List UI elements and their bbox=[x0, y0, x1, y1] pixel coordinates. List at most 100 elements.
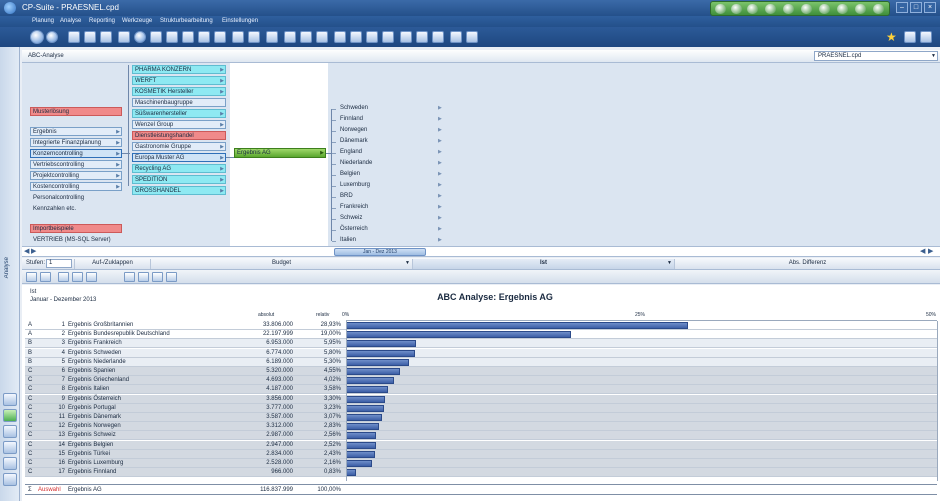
menu-einstellungen[interactable]: Einstellungen bbox=[222, 18, 258, 24]
node-wenzel-group[interactable]: Wenzel Group ▶ bbox=[132, 120, 226, 129]
node-recycling[interactable]: Recycling AG ▶ bbox=[132, 164, 226, 173]
trend-icon[interactable] bbox=[166, 31, 178, 43]
sidebar-edit-icon[interactable] bbox=[3, 457, 17, 470]
split-icon[interactable] bbox=[182, 31, 194, 43]
timeline-scrollbar[interactable]: ◀ ▶ Jan - Dez 2013 ◀ ▶ bbox=[22, 246, 940, 257]
table-row[interactable]: C 10 Ergebnis Portugal 3.777.000 3,23% bbox=[25, 403, 937, 413]
scroll-end-right-icon[interactable]: ▶ bbox=[928, 247, 933, 255]
node-vertrieb-sql[interactable]: VERTRIEB (MS-SQL Server) bbox=[30, 235, 122, 244]
quick-icon-7[interactable] bbox=[819, 4, 830, 14]
list-icon[interactable] bbox=[284, 31, 296, 43]
scroll-end-left-icon[interactable]: ◀ bbox=[920, 247, 925, 255]
help-icon[interactable] bbox=[920, 31, 932, 43]
scroll-left-icon[interactable]: ◀ bbox=[24, 247, 29, 255]
abc-icon[interactable] bbox=[124, 272, 135, 282]
country-item[interactable]: Österreich ▶ bbox=[340, 225, 442, 234]
grid-icon[interactable] bbox=[214, 31, 226, 43]
node-ergebnis-ag[interactable]: Ergebnis AG ▶ bbox=[234, 148, 326, 158]
stufen-stepper[interactable]: 1 bbox=[46, 259, 72, 268]
quick-icon-1[interactable] bbox=[715, 4, 726, 14]
col-budget[interactable]: Budget ▼ bbox=[150, 259, 412, 269]
scroll-right-icon[interactable]: ▶ bbox=[31, 247, 36, 255]
node-projektcontrolling[interactable]: Projektcontrolling ▶ bbox=[30, 171, 122, 180]
quick-icon-8[interactable] bbox=[837, 4, 848, 14]
node-musterloesung[interactable]: Musterlösung bbox=[30, 107, 122, 116]
country-item[interactable]: England ▶ bbox=[340, 148, 442, 157]
navigate-forward-icon[interactable] bbox=[46, 31, 58, 43]
quick-icon-10[interactable] bbox=[873, 4, 884, 14]
table-row[interactable]: C 7 Ergebnis Griechenland 4.693.000 4,02% bbox=[25, 376, 937, 386]
menu-planung[interactable]: Planung bbox=[32, 18, 54, 24]
table-row[interactable]: B 5 Ergebnis Niederlande 6.189.000 5,30% bbox=[25, 357, 937, 367]
node-ergebnis[interactable]: Ergebnis ▶ bbox=[30, 127, 122, 136]
node-konzerncontrolling[interactable]: Konzerncontrolling ▶ bbox=[30, 149, 122, 158]
node-werft[interactable]: WERFT ▶ bbox=[132, 76, 226, 85]
col-auf-zuklappen[interactable]: Auf-/Zuklappen bbox=[74, 259, 150, 269]
line-chart-icon[interactable] bbox=[266, 31, 278, 43]
table-row[interactable]: C 16 Ergebnis Luxemburg 2.528.000 2,16% bbox=[25, 459, 937, 468]
table-icon[interactable] bbox=[118, 31, 130, 43]
country-item[interactable]: Schweiz ▶ bbox=[340, 214, 442, 223]
table-row[interactable]: C 13 Ergebnis Schweiz 2.987.000 2,56% bbox=[25, 431, 937, 441]
quick-icon-4[interactable] bbox=[765, 4, 776, 14]
delete-icon[interactable] bbox=[416, 31, 428, 43]
table-row[interactable]: C 14 Ergebnis Belgien 2.947.000 2,52% bbox=[25, 440, 937, 450]
favorite-star-icon[interactable]: ★ bbox=[886, 30, 897, 44]
table-row[interactable]: C 6 Ergebnis Spanien 5.320.000 4,55% bbox=[25, 367, 937, 376]
country-item[interactable]: Belgien ▶ bbox=[340, 170, 442, 179]
table-row[interactable]: A 1 Ergebnis Großbritannien 33.806.000 28,93… bbox=[25, 321, 937, 330]
node-europa-muster[interactable]: Europa Muster AG ▶ bbox=[132, 153, 226, 162]
outdent-icon[interactable] bbox=[84, 31, 96, 43]
sidebar-analyse-label[interactable]: Analyse bbox=[4, 257, 10, 278]
node-vertriebscontrolling[interactable]: Vertriebscontrolling ▶ bbox=[30, 160, 122, 169]
minus-icon[interactable] bbox=[350, 31, 362, 43]
sidebar-settings-icon[interactable] bbox=[3, 473, 17, 486]
table-row[interactable]: B 4 Ergebnis Schweden 6.774.000 5,80% bbox=[25, 348, 937, 358]
structure-icon[interactable] bbox=[198, 31, 210, 43]
window-icon[interactable] bbox=[366, 31, 378, 43]
navigate-back-icon[interactable] bbox=[30, 30, 44, 44]
node-dienstleistungshandel[interactable]: Dienstleistungshandel bbox=[132, 131, 226, 140]
align-icon[interactable] bbox=[100, 31, 112, 43]
sidebar-table-icon[interactable] bbox=[3, 425, 17, 438]
sidebar-analyse-icon[interactable] bbox=[3, 409, 17, 422]
node-maschinenbau[interactable]: Maschinenbaugruppe bbox=[132, 98, 226, 107]
menu-reporting[interactable]: Reporting bbox=[89, 18, 115, 24]
node-grosshandel[interactable]: GROSSHANDEL ▶ bbox=[132, 186, 226, 195]
country-item[interactable]: Frankreich ▶ bbox=[340, 203, 442, 212]
menu-strukturbearbeitung[interactable]: Strukturbearbeitung bbox=[160, 18, 213, 24]
table-row[interactable]: C 15 Ergebnis Türkei 2.834.000 2,43% bbox=[25, 449, 937, 459]
node-kostencontrolling[interactable]: Kostencontrolling ▶ bbox=[30, 182, 122, 191]
bar-chart-icon[interactable] bbox=[248, 31, 260, 43]
menu-analyse[interactable]: Analyse bbox=[60, 18, 81, 24]
table-row[interactable]: C 12 Ergebnis Norwegen 3.312.000 2,83% bbox=[25, 422, 937, 432]
node-finanzplanung[interactable]: Integrierte Finanzplanung ▶ bbox=[30, 138, 122, 147]
country-item[interactable]: Dänemark ▶ bbox=[340, 137, 442, 146]
document-icon[interactable] bbox=[138, 272, 149, 282]
quick-icon-5[interactable] bbox=[783, 4, 794, 14]
node-personalcontrolling[interactable]: Personalcontrolling bbox=[30, 193, 122, 202]
minimize-button[interactable]: – bbox=[896, 2, 908, 13]
refresh-icon[interactable] bbox=[801, 4, 812, 14]
report-icon[interactable] bbox=[300, 31, 312, 43]
table-row[interactable]: C 8 Ergebnis Italien 4.187.000 3,58% bbox=[25, 385, 937, 395]
sort-asc-icon[interactable] bbox=[26, 272, 37, 282]
close-window-button[interactable]: × bbox=[924, 2, 936, 13]
sidebar-network-icon[interactable] bbox=[3, 393, 17, 406]
calendar-icon[interactable] bbox=[432, 31, 444, 43]
country-item[interactable]: Niederlande ▶ bbox=[340, 159, 442, 168]
quick-icon-9[interactable] bbox=[855, 4, 866, 14]
node-gastronomie[interactable]: Gastronomie Gruppe ▶ bbox=[132, 142, 226, 151]
country-item[interactable]: Schweden ▶ bbox=[340, 104, 442, 113]
export-report-icon[interactable] bbox=[166, 272, 177, 282]
country-item[interactable]: Norwegen ▶ bbox=[340, 126, 442, 135]
chart-icon[interactable] bbox=[150, 31, 162, 43]
node-importbeispiele[interactable]: Importbeispiele bbox=[30, 224, 122, 233]
table-row[interactable]: C 9 Ergebnis Österreich 3.856.000 3,30% bbox=[25, 394, 937, 404]
node-pharma-konzern[interactable]: PHARMA KONZERN ▶ bbox=[132, 65, 226, 74]
swap-icon[interactable] bbox=[152, 272, 163, 282]
percent-icon[interactable] bbox=[72, 272, 83, 282]
menu-werkzeuge[interactable]: Werkzeuge bbox=[122, 18, 152, 24]
table-row[interactable]: C 11 Ergebnis Dänemark 3.587.000 3,07% bbox=[25, 413, 937, 422]
quick-icon-3[interactable] bbox=[747, 4, 758, 14]
